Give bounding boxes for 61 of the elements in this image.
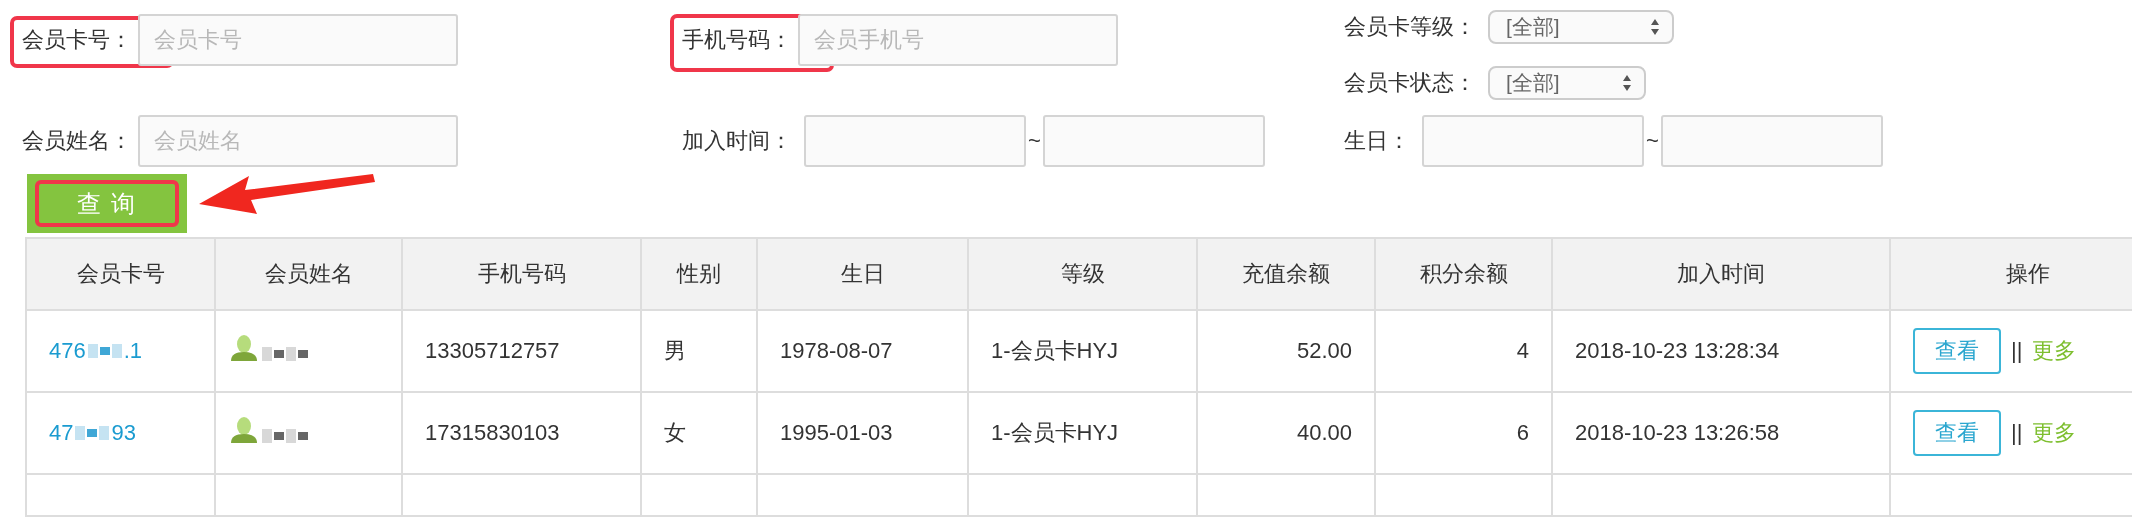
field-label: 会员姓名： (22, 127, 132, 155)
field-label: 生日： (1344, 127, 1410, 155)
date-field[interactable] (804, 115, 1026, 167)
column-header: 充值余额 (1197, 238, 1375, 310)
field-label: 会员卡等级： (1344, 13, 1476, 41)
date-field[interactable] (1422, 115, 1644, 167)
separator-text: || (2011, 420, 2023, 446)
more-link[interactable]: 更多 (2032, 336, 2077, 366)
table-cell: 13305712757 (402, 310, 641, 392)
table-cell: 男 (641, 310, 757, 392)
field-label: 会员卡状态： (1344, 69, 1476, 97)
table-cell: 2018-10-23 13:26:58 (1552, 392, 1890, 474)
updown-icon (1650, 18, 1660, 36)
table-cell: 1995-01-03 (757, 392, 968, 474)
column-header: 等级 (968, 238, 1197, 310)
view-button[interactable]: 查看 (1913, 410, 2001, 456)
separator-text: || (2011, 338, 2023, 364)
dropdown[interactable]: [全部] (1488, 66, 1646, 100)
view-button[interactable]: 查看 (1913, 328, 2001, 374)
card-link[interactable]: 47 (49, 420, 74, 446)
mosaic-icon (75, 426, 110, 440)
updown-icon (1622, 74, 1632, 92)
table-cell: 4 (1375, 310, 1552, 392)
person-icon (230, 417, 258, 443)
field-label: 加入时间： (682, 127, 792, 155)
input-field[interactable]: 会员卡号 (138, 14, 458, 66)
more-link[interactable]: 更多 (2032, 418, 2077, 448)
column-header: 手机号码 (402, 238, 641, 310)
range-separator: ~ (1028, 128, 1041, 154)
query-button[interactable]: 查 询 (35, 180, 179, 227)
table-cell: 2018-10-23 13:28:34 (1552, 310, 1890, 392)
column-header: 操作 (1890, 238, 2132, 310)
table-cell: 17315830103 (402, 392, 641, 474)
table-cell: 1-会员卡HYJ (968, 310, 1197, 392)
column-header: 会员姓名 (215, 238, 402, 310)
dropdown[interactable]: [全部] (1488, 10, 1674, 44)
input-field[interactable]: 会员姓名 (138, 115, 458, 167)
input-field[interactable]: 会员手机号 (798, 14, 1118, 66)
mosaic-icon (262, 429, 308, 443)
date-field[interactable] (1042, 115, 1265, 167)
column-header: 积分余额 (1375, 238, 1552, 310)
card-link[interactable]: 476 (49, 338, 86, 364)
field-label: 会员卡号： (22, 26, 132, 54)
table-cell: 52.00 (1197, 310, 1375, 392)
column-header: 会员卡号 (26, 238, 215, 310)
table-cell: 女 (641, 392, 757, 474)
table-cell: 6 (1375, 392, 1552, 474)
mosaic-icon (87, 344, 122, 358)
range-separator: ~ (1646, 128, 1659, 154)
table-cell: 1978-08-07 (757, 310, 968, 392)
mosaic-icon (262, 347, 308, 361)
column-header: 性别 (641, 238, 757, 310)
column-header: 生日 (757, 238, 968, 310)
field-label: 手机号码： (682, 26, 792, 54)
table-cell: 40.00 (1197, 392, 1375, 474)
card-link[interactable]: 93 (111, 420, 136, 446)
person-icon (230, 335, 258, 361)
date-field[interactable] (1660, 115, 1883, 167)
table-cell: 1-会员卡HYJ (968, 392, 1197, 474)
column-header: 加入时间 (1552, 238, 1890, 310)
card-link[interactable]: .1 (123, 338, 143, 364)
